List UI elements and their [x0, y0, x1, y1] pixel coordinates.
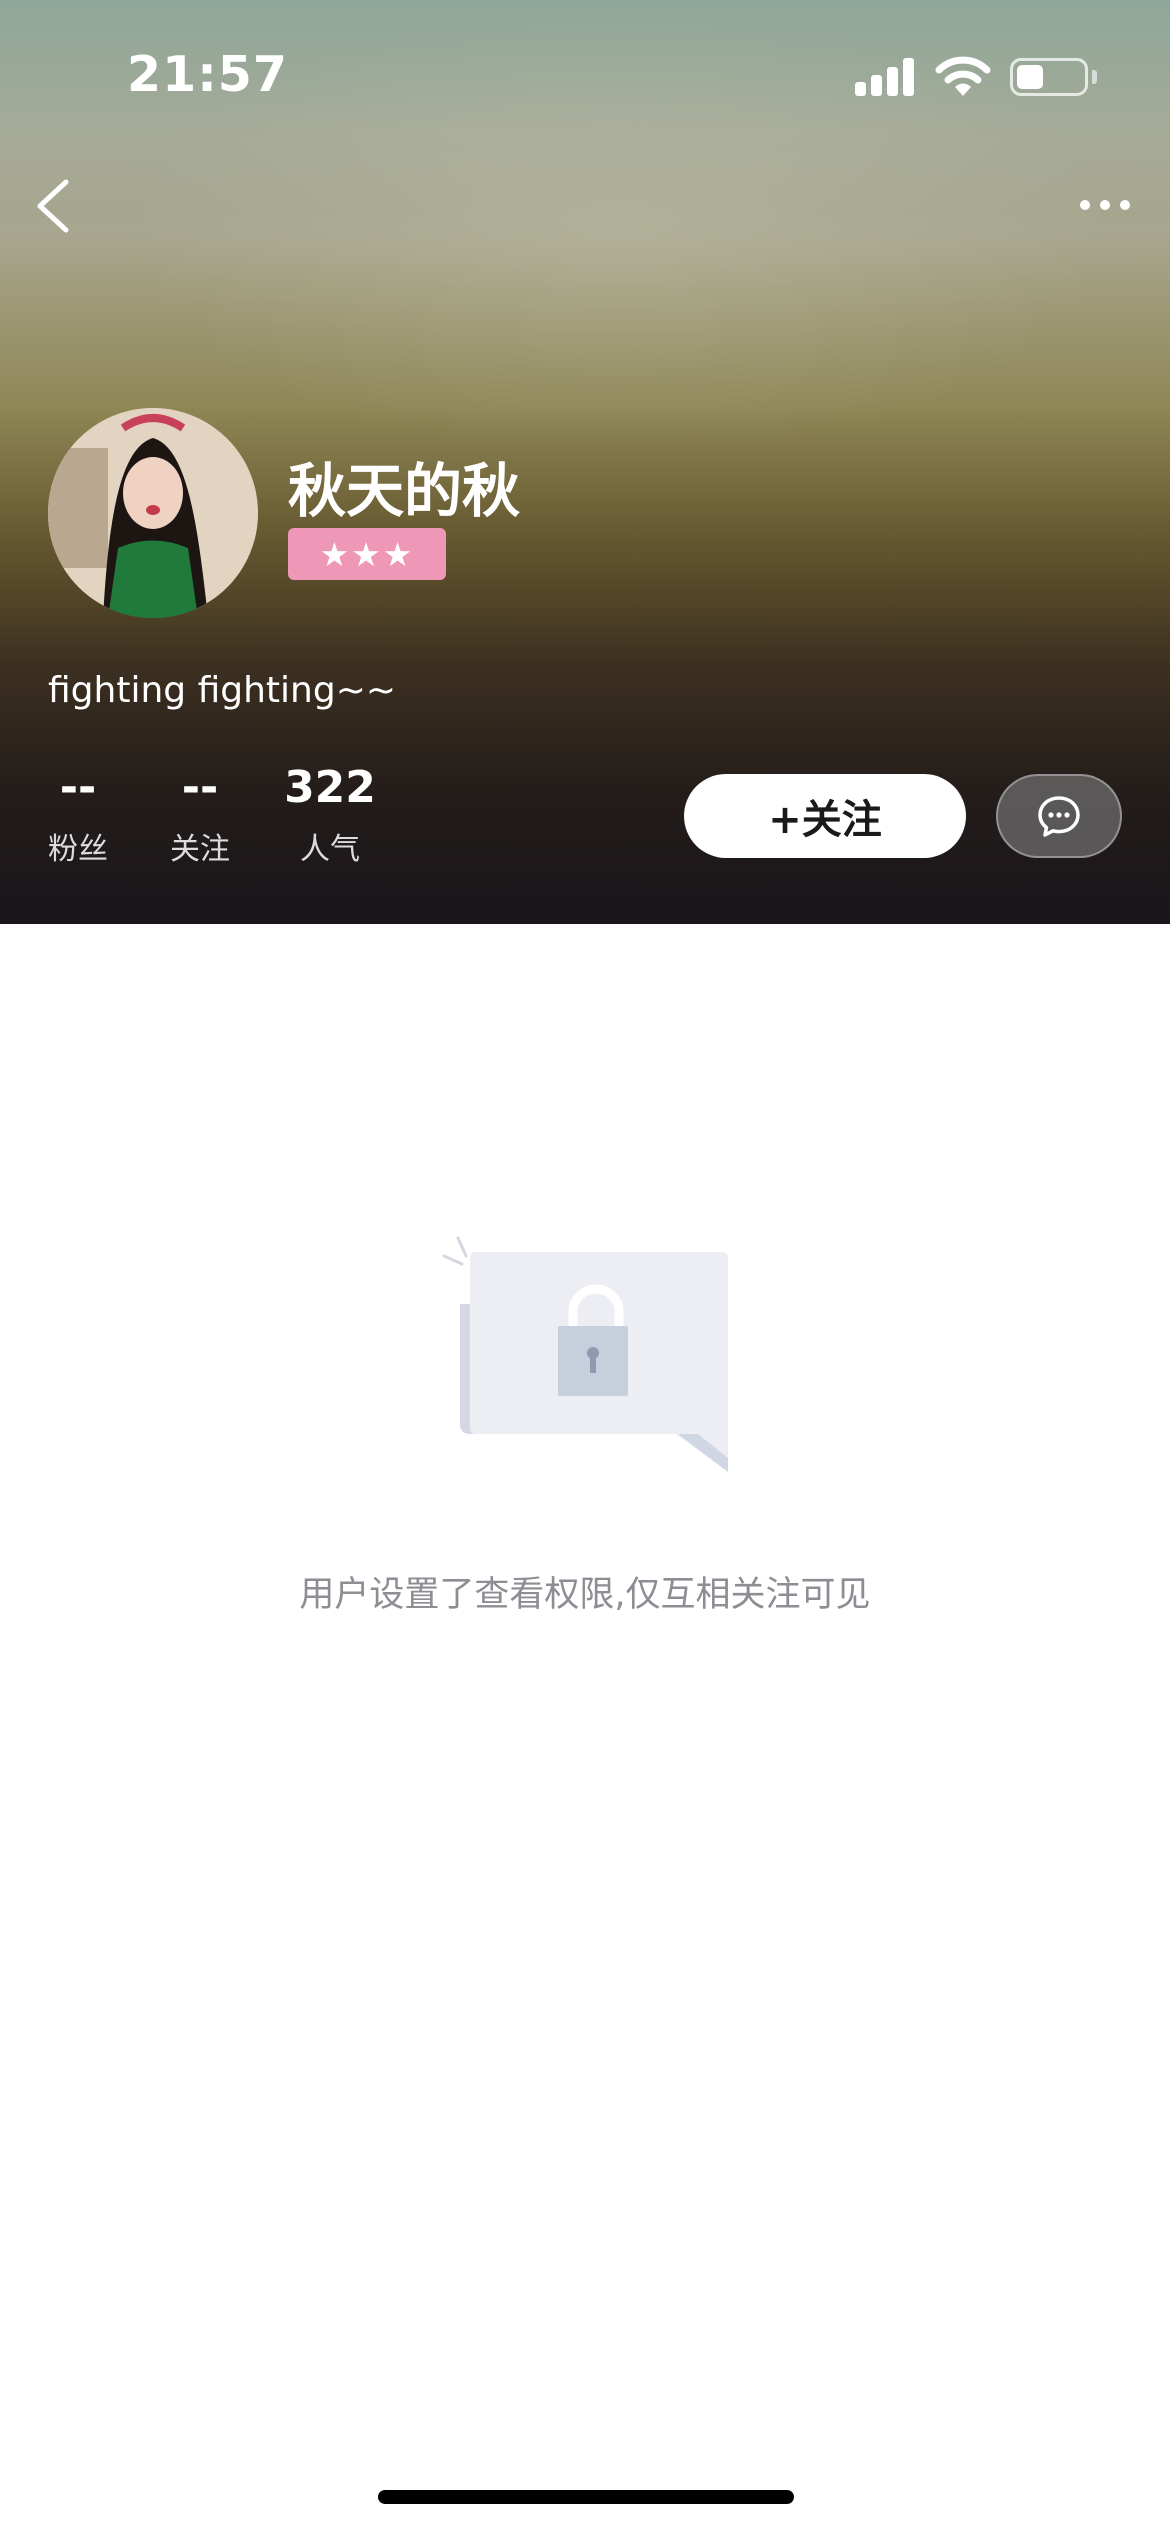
avatar-image [48, 408, 258, 618]
fans-label: 粉丝 [48, 832, 108, 867]
battery-cap [1092, 70, 1097, 84]
fans-count: -- [59, 762, 97, 813]
chat-bubble-icon [1038, 796, 1080, 837]
nickname: 秋天的秋 [288, 457, 521, 525]
lock-message-icon [442, 1236, 728, 1472]
chevron-left-icon[interactable] [28, 176, 78, 236]
level-badge: ★★★ [288, 528, 446, 580]
profile-header: 21:57 秋天的秋 ★★★ fighting fighting~~ -- 粉丝… [0, 0, 1170, 924]
message-button[interactable] [996, 774, 1122, 858]
following-label: 关注 [170, 832, 230, 867]
following-stat[interactable]: -- 关注 [160, 760, 240, 870]
status-time: 21:57 [127, 46, 288, 103]
avatar[interactable] [48, 408, 258, 618]
more-dots-icon[interactable] [1078, 196, 1132, 216]
cellular-signal-icon [855, 58, 915, 96]
follow-button[interactable]: +关注 [684, 774, 966, 858]
bio-text: fighting fighting~~ [48, 670, 397, 711]
popularity-label: 人气 [300, 832, 360, 867]
battery-level-fill [1017, 65, 1043, 89]
battery-icon [1010, 58, 1088, 96]
popularity-stat: 322 人气 [280, 760, 380, 870]
privacy-message: 用户设置了查看权限,仅互相关注可见 [299, 1575, 871, 1615]
following-count: -- [181, 762, 219, 813]
fans-stat[interactable]: -- 粉丝 [38, 760, 118, 870]
popularity-count: 322 [284, 762, 376, 813]
level-stars: ★★★ [319, 534, 415, 574]
wifi-icon [935, 56, 991, 96]
home-indicator[interactable] [378, 2490, 794, 2504]
